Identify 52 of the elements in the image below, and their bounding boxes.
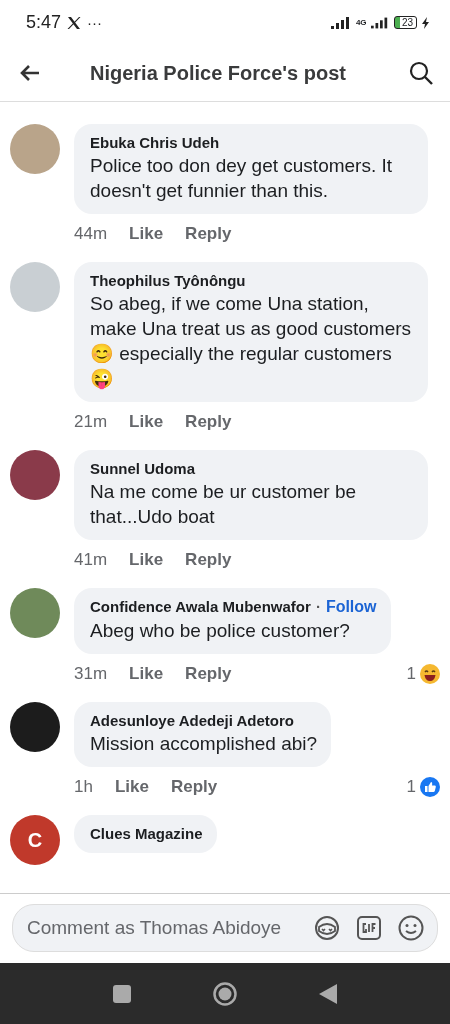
like-link[interactable]: Like (129, 550, 164, 570)
comment-time: 31m (74, 664, 108, 684)
avatar[interactable] (10, 450, 60, 500)
separator-dot: · (315, 598, 321, 615)
reply-link[interactable]: Reply (170, 777, 218, 797)
comment-text: Police too don dey get customers. It doesn't get funnier than this. (90, 154, 394, 203)
thumbs-up-icon[interactable] (420, 777, 440, 797)
avatar[interactable] (10, 702, 60, 752)
like-link[interactable]: Like (114, 777, 149, 797)
reply-link[interactable]: Reply (185, 550, 232, 570)
avatar[interactable]: C (10, 815, 60, 865)
smiley-face-icon[interactable] (397, 914, 425, 942)
comment-time: 41m (74, 550, 108, 570)
page-title: Nigeria Police Force's post (90, 61, 347, 85)
signal-icon (330, 16, 351, 29)
reply-link[interactable]: Reply (185, 412, 232, 432)
follow-link[interactable]: Follow (325, 598, 377, 616)
square-nav-icon[interactable] (113, 984, 131, 1003)
avatar-sticker-icon[interactable] (313, 914, 341, 942)
battery-indicator: 23 (393, 16, 417, 29)
triangle-nav-icon[interactable] (319, 983, 337, 1004)
notification-more: ··· (87, 14, 103, 31)
comment-time: 44m (74, 224, 108, 244)
laughing-face-icon[interactable] (420, 664, 440, 684)
comment-text: So abeg, if we come Una station, make Una treat us as good customers 😊 especially the regular customers 😜 (90, 292, 413, 391)
reply-link[interactable]: Reply (185, 224, 232, 244)
comment-input-field[interactable]: Comment as Thomas Abidoye (12, 904, 438, 952)
status-time: 5:47 (26, 12, 62, 33)
comment-author[interactable]: Theophilus Tyônôngu (90, 272, 246, 289)
charging-icon (422, 16, 430, 29)
comment-text: Mission accomplished abi? (90, 732, 318, 756)
reply-link[interactable]: Reply (185, 664, 232, 684)
like-link[interactable]: Like (129, 664, 164, 684)
x-logo-icon (66, 14, 83, 31)
reaction-count: 1 (406, 664, 416, 684)
comment-author[interactable]: Confidence Awala Mubenwafor (90, 598, 311, 615)
circle-nav-icon[interactable] (213, 981, 237, 1006)
gif-icon[interactable] (355, 914, 383, 942)
comment-author[interactable]: Clues Magazine (90, 825, 203, 842)
reaction-count: 1 (406, 777, 416, 797)
network-type: 4G (355, 18, 366, 27)
comment-time: 1h (74, 777, 93, 797)
comment-author[interactable]: Ebuka Chris Udeh (90, 134, 220, 151)
comment-time: 21m (74, 412, 108, 432)
search-icon[interactable] (408, 60, 434, 86)
like-link[interactable]: Like (129, 412, 164, 432)
like-link[interactable]: Like (129, 224, 164, 244)
comment-text: Abeg who be police customer? (90, 619, 351, 643)
comment-author[interactable]: Adesunloye Adedeji Adetoro (90, 712, 294, 729)
comment-author[interactable]: Sunnel Udoma (90, 460, 195, 477)
comment-text: Na me come be ur customer be that...Udo boat (90, 480, 358, 529)
signal-icon (370, 16, 389, 29)
